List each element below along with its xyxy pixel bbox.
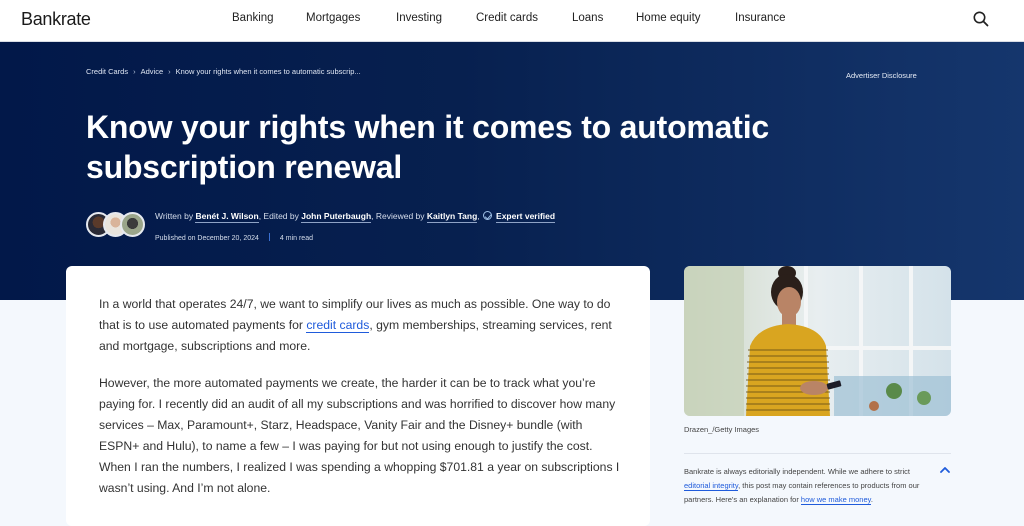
published-date: Published on December 20, 2024 [155, 235, 259, 242]
photo-credit: Drazen_/Getty Images [684, 425, 760, 434]
article-body: In a world that operates 24/7, we want t… [66, 266, 650, 526]
how-we-make-money-link[interactable]: how we make money [800, 495, 871, 505]
woman-with-phone-image [684, 266, 951, 416]
expert-verified-link[interactable]: Expert verified [496, 211, 556, 223]
article-paragraph: In a world that operates 24/7, we want t… [99, 294, 624, 357]
breadcrumb-separator: › [133, 67, 136, 76]
nav-item-banking[interactable]: Banking [232, 12, 274, 24]
verified-check-icon [482, 211, 492, 220]
breadcrumb-separator: › [168, 67, 171, 76]
breadcrumb-current: Know your rights when it comes to automa… [175, 67, 361, 76]
author-link[interactable]: Benét J. Wilson [195, 211, 259, 223]
nav-item-loans[interactable]: Loans [572, 12, 603, 24]
editorial-integrity-link[interactable]: editorial integrity [684, 481, 739, 491]
search-icon[interactable] [972, 10, 990, 28]
nav-item-credit-cards[interactable]: Credit cards [476, 12, 538, 24]
nav-item-insurance[interactable]: Insurance [735, 12, 786, 24]
comma: , [477, 211, 480, 221]
breadcrumb: Credit Cards › Advice › Know your rights whe… [86, 67, 361, 76]
page-title: Know your rights when it comes to automa… [86, 109, 770, 185]
read-time: 4 min read [279, 235, 313, 242]
nav-item-investing[interactable]: Investing [396, 12, 442, 24]
nav-item-mortgages[interactable]: Mortgages [306, 12, 360, 24]
breadcrumb-credit-cards[interactable]: Credit Cards [86, 67, 128, 76]
advertiser-disclosure-link[interactable]: Advertiser Disclosure [846, 71, 917, 80]
article-photo [684, 266, 951, 416]
editorial-independence-notice: Bankrate is always editorially independe… [684, 465, 934, 507]
bankrate-logo[interactable]: Bankrate [21, 9, 91, 30]
written-by-label: Written by [155, 211, 194, 221]
notice-text: Bankrate is always editorially independe… [684, 467, 910, 476]
byline: Written by Benét J. Wilson, Edited by Jo… [155, 211, 556, 223]
edited-by-label: , Edited by [258, 211, 299, 221]
notice-text: . [870, 495, 873, 504]
nav-item-home-equity[interactable]: Home equity [636, 12, 701, 24]
sidebar-divider [684, 453, 951, 454]
avatar-reviewer[interactable] [120, 212, 145, 237]
top-navigation-bar: Bankrate Banking Mortgages Investing Cre… [0, 0, 1024, 42]
article-paragraph: However, the more automated payments we … [99, 376, 620, 495]
credit-cards-link[interactable]: credit cards [306, 318, 370, 333]
chevron-up-icon[interactable] [940, 466, 950, 474]
editor-link[interactable]: John Puterbaugh [301, 211, 372, 223]
reviewed-by-label: , Reviewed by [371, 211, 425, 221]
meta-divider [268, 233, 270, 241]
author-avatars [86, 212, 146, 238]
article-meta: Published on December 20, 2024 4 min read [155, 233, 313, 242]
reviewer-link[interactable]: Kaitlyn Tang [426, 211, 478, 223]
breadcrumb-advice[interactable]: Advice [141, 67, 164, 76]
